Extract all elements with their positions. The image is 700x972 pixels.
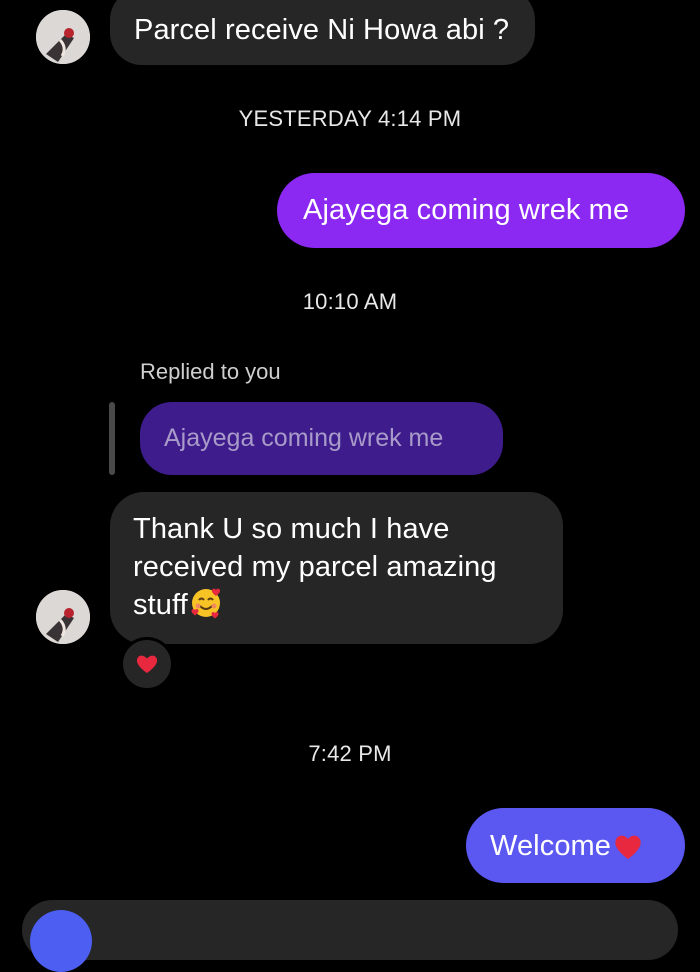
message-reaction[interactable]: [120, 637, 174, 691]
red-heart-icon: [612, 831, 644, 871]
message-text: Ajayega coming wrek me: [303, 194, 630, 226]
incoming-message-bubble[interactable]: Parcel receive Ni Howa abi ?: [110, 0, 536, 65]
message-timestamp: 10:10 AM: [302, 289, 398, 314]
message-text: stuff: [133, 589, 188, 621]
message-text-line: Thank U so much I have: [133, 513, 450, 545]
incoming-message-bubble[interactable]: Thank U so much I have received my parce…: [110, 492, 563, 644]
message-timestamp: 7:42 PM: [308, 741, 392, 766]
reply-context-label: Replied to you: [140, 359, 281, 384]
reply-indicator-bar: [109, 402, 115, 475]
message-input-bar[interactable]: [22, 900, 678, 960]
outgoing-message-bubble[interactable]: Ajayega coming wrek me: [277, 173, 685, 248]
message-text: Parcel receive Ni Howa abi ?: [134, 14, 510, 46]
message-timestamp: YESTERDAY 4:14 PM: [238, 106, 462, 131]
quoted-message-text: Ajayega coming wrek me: [164, 424, 444, 452]
red-heart-icon: [136, 655, 158, 673]
smiling-face-with-hearts-icon: [189, 586, 223, 630]
message-text-line: stuff: [133, 586, 553, 630]
message-text: Welcome: [490, 830, 612, 862]
avatar-photo-icon: [36, 590, 90, 644]
sender-avatar[interactable]: [36, 10, 90, 64]
outgoing-message-bubble[interactable]: Welcome: [466, 808, 685, 883]
message-text-line: received my parcel amazing: [133, 551, 497, 583]
sender-avatar[interactable]: [36, 590, 90, 644]
camera-button[interactable]: [30, 910, 92, 972]
quoted-message-bubble[interactable]: Ajayega coming wrek me: [140, 402, 503, 475]
avatar-photo-icon: [36, 10, 90, 64]
